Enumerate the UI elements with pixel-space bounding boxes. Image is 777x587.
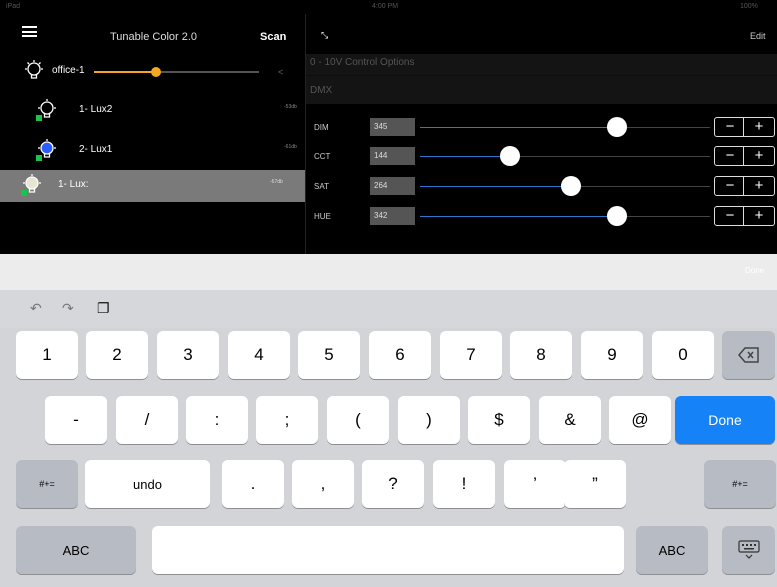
- key-0[interactable]: 0: [652, 331, 714, 379]
- key-3[interactable]: ;: [256, 396, 318, 444]
- key-7[interactable]: &: [539, 396, 601, 444]
- increment-button[interactable]: +: [743, 207, 774, 225]
- right-navbar: [306, 14, 777, 54]
- control-slider-handle[interactable]: [560, 176, 581, 196]
- control-label: HUE: [314, 212, 331, 221]
- accessory-bar: [0, 254, 777, 290]
- decrement-button[interactable]: −: [715, 118, 745, 136]
- dmx-row[interactable]: DMX: [310, 85, 332, 96]
- bulb-icon: [18, 173, 44, 199]
- control-stepper[interactable]: − +: [714, 146, 775, 166]
- bulb-icon: [33, 98, 59, 124]
- chevron-left-icon[interactable]: <: [278, 67, 283, 77]
- key-8[interactable]: @: [609, 396, 671, 444]
- group-brightness-slider[interactable]: [94, 71, 259, 73]
- key-punct-4[interactable]: ’: [504, 460, 566, 508]
- device-signal: -53db: [284, 104, 297, 110]
- key-3[interactable]: 3: [157, 331, 219, 379]
- decrement-button[interactable]: −: [715, 147, 745, 165]
- bulb-icon: [22, 59, 46, 83]
- device-name: 1- Lux:: [58, 179, 89, 190]
- key-9[interactable]: 9: [581, 331, 643, 379]
- control-value-input[interactable]: 144: [370, 147, 415, 165]
- control-value-input[interactable]: 345: [370, 118, 415, 136]
- device-name: 1- Lux2: [79, 104, 113, 115]
- control-slider-fill: [420, 156, 510, 157]
- increment-button[interactable]: +: [743, 177, 774, 195]
- device-row-selected[interactable]: 1- Lux: -67db: [0, 170, 305, 202]
- status-bar: iPad 4:00 PM 100%: [0, 0, 777, 14]
- undo-key[interactable]: undo: [85, 460, 210, 508]
- key-punct-5[interactable]: ”: [564, 460, 626, 508]
- menu-icon[interactable]: [22, 26, 37, 37]
- key-1[interactable]: 1: [16, 331, 78, 379]
- control-value-input[interactable]: 342: [370, 207, 415, 225]
- key-punct-1[interactable]: ,: [292, 460, 354, 508]
- key-5[interactable]: 5: [298, 331, 360, 379]
- key-punct-0[interactable]: .: [222, 460, 284, 508]
- done-key[interactable]: Done: [675, 396, 775, 444]
- key-2[interactable]: :: [186, 396, 248, 444]
- device-row[interactable]: 1- Lux2 -53db: [0, 95, 305, 125]
- device-name: 2- Lux1: [79, 144, 113, 155]
- expand-icon[interactable]: ⤡: [321, 30, 328, 41]
- battery-label: 100%: [740, 3, 758, 10]
- symbols-key-right[interactable]: #+=: [704, 460, 776, 508]
- key-5[interactable]: ): [398, 396, 460, 444]
- symbols-key-left[interactable]: #+=: [16, 460, 78, 508]
- abc-key-right[interactable]: ABC: [636, 526, 708, 574]
- left-navbar: Tunable Color 2.0 Scan: [0, 14, 305, 54]
- increment-button[interactable]: +: [743, 147, 774, 165]
- redo-icon[interactable]: ↷: [62, 300, 74, 317]
- control-stepper[interactable]: − +: [714, 117, 775, 137]
- key-punct-2[interactable]: ?: [362, 460, 424, 508]
- group-slider-handle[interactable]: [151, 67, 161, 77]
- control-slider-handle[interactable]: [499, 146, 520, 166]
- control-label: SAT: [314, 182, 329, 191]
- control-slider-fill: [420, 186, 571, 187]
- decrement-button[interactable]: −: [715, 207, 745, 225]
- key-punct-3[interactable]: !: [433, 460, 495, 508]
- device-row[interactable]: 2- Lux1 -61db: [0, 135, 305, 165]
- control-stepper[interactable]: − +: [714, 176, 775, 196]
- key-0[interactable]: -: [45, 396, 107, 444]
- key-6[interactable]: 6: [369, 331, 431, 379]
- key-2[interactable]: 2: [86, 331, 148, 379]
- abc-key-left[interactable]: ABC: [16, 526, 136, 574]
- carrier-label: iPad: [6, 3, 21, 10]
- bulb-icon: [33, 138, 59, 164]
- decrement-button[interactable]: −: [715, 177, 745, 195]
- accessory-done-button[interactable]: Done: [745, 266, 764, 275]
- group-name: office-1: [52, 65, 85, 76]
- control-slider-fill: [420, 127, 618, 128]
- control-stepper[interactable]: − +: [714, 206, 775, 226]
- edit-button[interactable]: Edit: [750, 31, 766, 41]
- increment-button[interactable]: +: [743, 118, 774, 136]
- control-label: DIM: [314, 123, 329, 132]
- key-4[interactable]: (: [327, 396, 389, 444]
- scan-button[interactable]: Scan: [260, 31, 286, 43]
- control-slider-fill: [420, 216, 618, 217]
- device-signal: -67db: [270, 179, 283, 185]
- analog-options-row[interactable]: 0 - 10V Control Options: [310, 57, 415, 68]
- device-signal: -61db: [284, 144, 297, 150]
- options-divider: [306, 75, 777, 76]
- clock-label: 4:00 PM: [372, 3, 399, 10]
- keyboard-icon[interactable]: [722, 526, 775, 574]
- undo-icon[interactable]: ↶: [30, 300, 42, 317]
- space-bar[interactable]: [152, 526, 624, 574]
- app-title: Tunable Color 2.0: [110, 31, 198, 43]
- key-4[interactable]: 4: [228, 331, 290, 379]
- paste-icon[interactable]: ❐: [97, 300, 110, 317]
- key-8[interactable]: 8: [510, 331, 572, 379]
- control-label: CCT: [314, 152, 331, 161]
- delete-icon[interactable]: [722, 331, 775, 379]
- key-1[interactable]: /: [116, 396, 178, 444]
- control-value-input[interactable]: 264: [370, 177, 415, 195]
- key-7[interactable]: 7: [440, 331, 502, 379]
- key-6[interactable]: $: [468, 396, 530, 444]
- shortcut-bar: [0, 290, 777, 328]
